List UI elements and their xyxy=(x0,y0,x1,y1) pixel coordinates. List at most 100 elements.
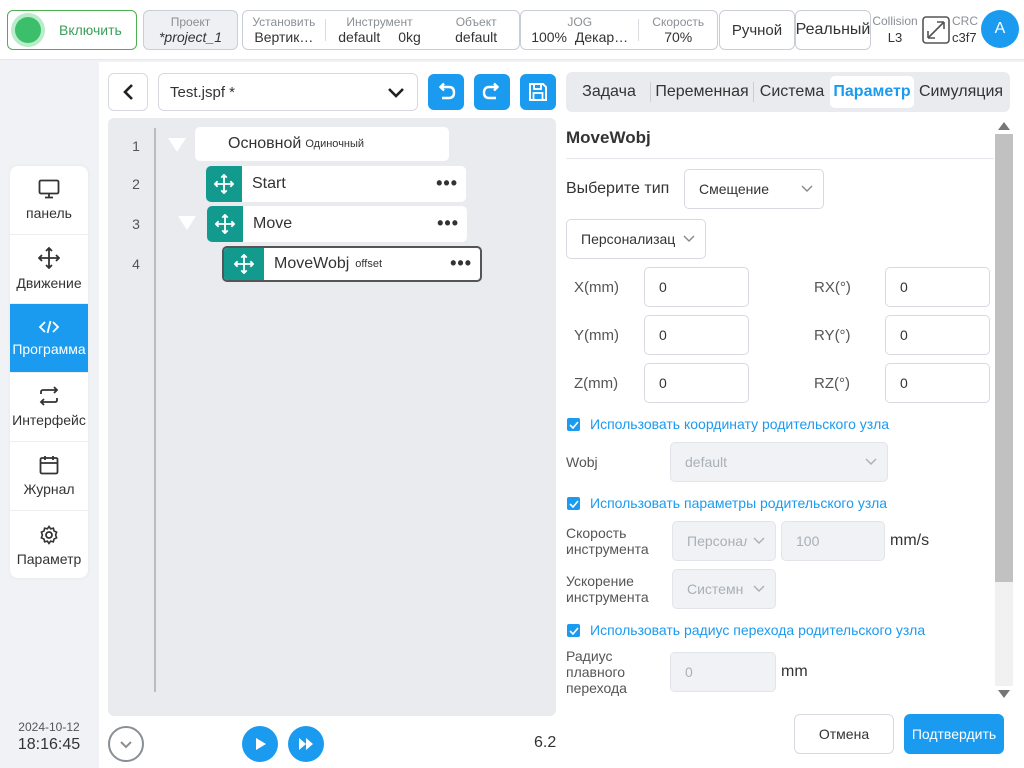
date: 2024-10-12 xyxy=(18,720,80,734)
play-button[interactable] xyxy=(242,726,278,762)
move-icon xyxy=(224,248,264,280)
project-selector[interactable]: Проект *project_1 xyxy=(143,10,238,50)
object-label: Объект xyxy=(455,15,497,29)
chevron-left-icon xyxy=(123,84,133,100)
parent-radius-checkbox[interactable] xyxy=(567,624,580,637)
tree-node-movewobj[interactable]: MoveWobj offset ••• xyxy=(222,246,482,282)
sidebar-item-interface[interactable]: Интерфейс xyxy=(10,373,88,442)
y-input[interactable]: 0 xyxy=(644,315,749,355)
cancel-button[interactable]: Отмена xyxy=(794,714,894,754)
install-cell[interactable]: Установить Вертик… xyxy=(243,11,325,49)
fast-forward-icon xyxy=(299,738,313,750)
sidebar-item-program[interactable]: Программа xyxy=(10,304,88,373)
node-label: MoveWobj xyxy=(274,255,350,272)
check-icon xyxy=(568,499,579,508)
tool-accel-label: Ускорение инструмента xyxy=(566,573,649,605)
step-run-button[interactable] xyxy=(288,726,324,762)
node-label: Move xyxy=(253,215,293,232)
install-value: Вертик… xyxy=(254,29,314,45)
sidebar-item-log[interactable]: Журнал xyxy=(10,442,88,511)
check-icon xyxy=(568,626,579,635)
parent-params-label[interactable]: Использовать параметры родительского узл… xyxy=(590,495,887,511)
tree-guide-line xyxy=(154,128,156,692)
object-value: default xyxy=(455,29,498,45)
y-label: Y(mm) xyxy=(574,327,619,344)
tool-label: Инструмент xyxy=(346,15,413,29)
speed-cell[interactable]: Скорость 70% xyxy=(639,11,717,49)
expand-icon[interactable] xyxy=(922,16,950,44)
tree-node-move[interactable]: Move ••• xyxy=(207,206,467,242)
confirm-button[interactable]: Подтвердить xyxy=(904,714,1004,754)
sidebar-item-settings[interactable]: Параметр xyxy=(10,511,88,578)
scroll-down-button[interactable] xyxy=(108,726,144,762)
type-select[interactable]: Смещение xyxy=(684,169,824,209)
tool-speed-label: Скорость инструмента xyxy=(566,525,649,557)
tree-node-main[interactable]: Основной Одиночный xyxy=(195,127,449,161)
parent-coord-label[interactable]: Использовать координату родительского уз… xyxy=(590,416,889,432)
radius-input: 0 xyxy=(670,652,776,692)
tool-speed-unit: mm/s xyxy=(890,532,930,549)
redo-button[interactable] xyxy=(474,74,510,110)
rz-label: RZ(°) xyxy=(814,375,850,392)
more-icon[interactable]: ••• xyxy=(450,254,472,272)
tool-speed-input: 100 xyxy=(781,521,885,561)
tool-cell[interactable]: Инструмент default 0kg xyxy=(326,11,434,49)
move-icon xyxy=(207,206,243,242)
manual-mode-button[interactable]: Ручной xyxy=(719,10,795,50)
panel-scrollbar[interactable] xyxy=(994,118,1014,704)
tab-system[interactable]: Система xyxy=(754,76,830,108)
undo-button[interactable] xyxy=(428,74,464,110)
custom-select[interactable]: Персонализац xyxy=(566,219,706,259)
radius-label-line: перехода xyxy=(566,680,627,696)
time: 18:16:45 xyxy=(17,736,81,753)
wobj-select: default xyxy=(670,442,888,482)
scroll-up-icon[interactable] xyxy=(998,122,1010,130)
tab-variable[interactable]: Переменная xyxy=(651,76,753,108)
play-icon xyxy=(256,738,266,750)
sidebar-item-label: панель xyxy=(26,205,72,221)
jog-cell[interactable]: JOG 100% Декар… xyxy=(521,11,638,49)
ry-input[interactable]: 0 xyxy=(885,315,990,355)
save-button[interactable] xyxy=(520,74,556,110)
collapse-toggle-icon[interactable] xyxy=(178,216,196,230)
panel-title: MoveWobj xyxy=(566,128,651,147)
enable-button[interactable]: Включить xyxy=(7,10,137,50)
sidebar-item-panel[interactable]: панель xyxy=(10,166,88,235)
datetime: 2024-10-12 18:16:45 xyxy=(10,720,88,754)
avatar[interactable]: A xyxy=(981,10,1019,48)
tab-simulation[interactable]: Симуляция xyxy=(914,76,1008,108)
tab-parameter[interactable]: Параметр xyxy=(830,76,914,108)
collision-label: Collision xyxy=(872,14,918,28)
tree-node-start[interactable]: Start ••• xyxy=(206,166,466,202)
parent-radius-label[interactable]: Использовать радиус перехода родительско… xyxy=(590,622,925,638)
more-icon[interactable]: ••• xyxy=(437,214,459,232)
parent-params-checkbox[interactable] xyxy=(567,497,580,510)
tool-speed-label-line: инструмента xyxy=(566,541,649,557)
setup-group[interactable]: Установить Вертик… Инструмент default 0k… xyxy=(242,10,520,50)
jog-mode: Декар… xyxy=(574,29,629,45)
wobj-label: Wobj xyxy=(566,454,598,470)
jog-group[interactable]: JOG 100% Декар… Скорость 70% xyxy=(520,10,718,50)
wobj-value: default xyxy=(685,454,728,470)
save-icon xyxy=(529,83,547,101)
real-mode-button[interactable]: Реальный xyxy=(795,10,871,50)
sidebar-item-motion[interactable]: Движение xyxy=(10,235,88,304)
rx-input[interactable]: 0 xyxy=(885,267,990,307)
parent-coord-checkbox[interactable] xyxy=(567,418,580,431)
x-input[interactable]: 0 xyxy=(644,267,749,307)
back-button[interactable] xyxy=(108,73,148,111)
collision-level[interactable]: Collision L3 xyxy=(872,14,918,45)
scroll-down-icon[interactable] xyxy=(998,690,1010,698)
tool-accel-mode-select: Системн xyxy=(672,569,776,609)
more-icon[interactable]: ••• xyxy=(436,174,458,192)
z-input[interactable]: 0 xyxy=(644,363,749,403)
file-select[interactable]: Test.jspf * xyxy=(158,73,418,111)
chevron-down-icon xyxy=(753,585,765,592)
tab-task[interactable]: Задача xyxy=(568,76,650,108)
scroll-thumb[interactable] xyxy=(995,134,1013,582)
radius-label: Радиус плавного перехода xyxy=(566,648,627,696)
collapse-toggle-icon[interactable] xyxy=(168,138,186,152)
object-cell[interactable]: Объект default xyxy=(433,11,519,49)
rz-input[interactable]: 0 xyxy=(885,363,990,403)
jog-values: 100% Декар… xyxy=(521,29,638,45)
